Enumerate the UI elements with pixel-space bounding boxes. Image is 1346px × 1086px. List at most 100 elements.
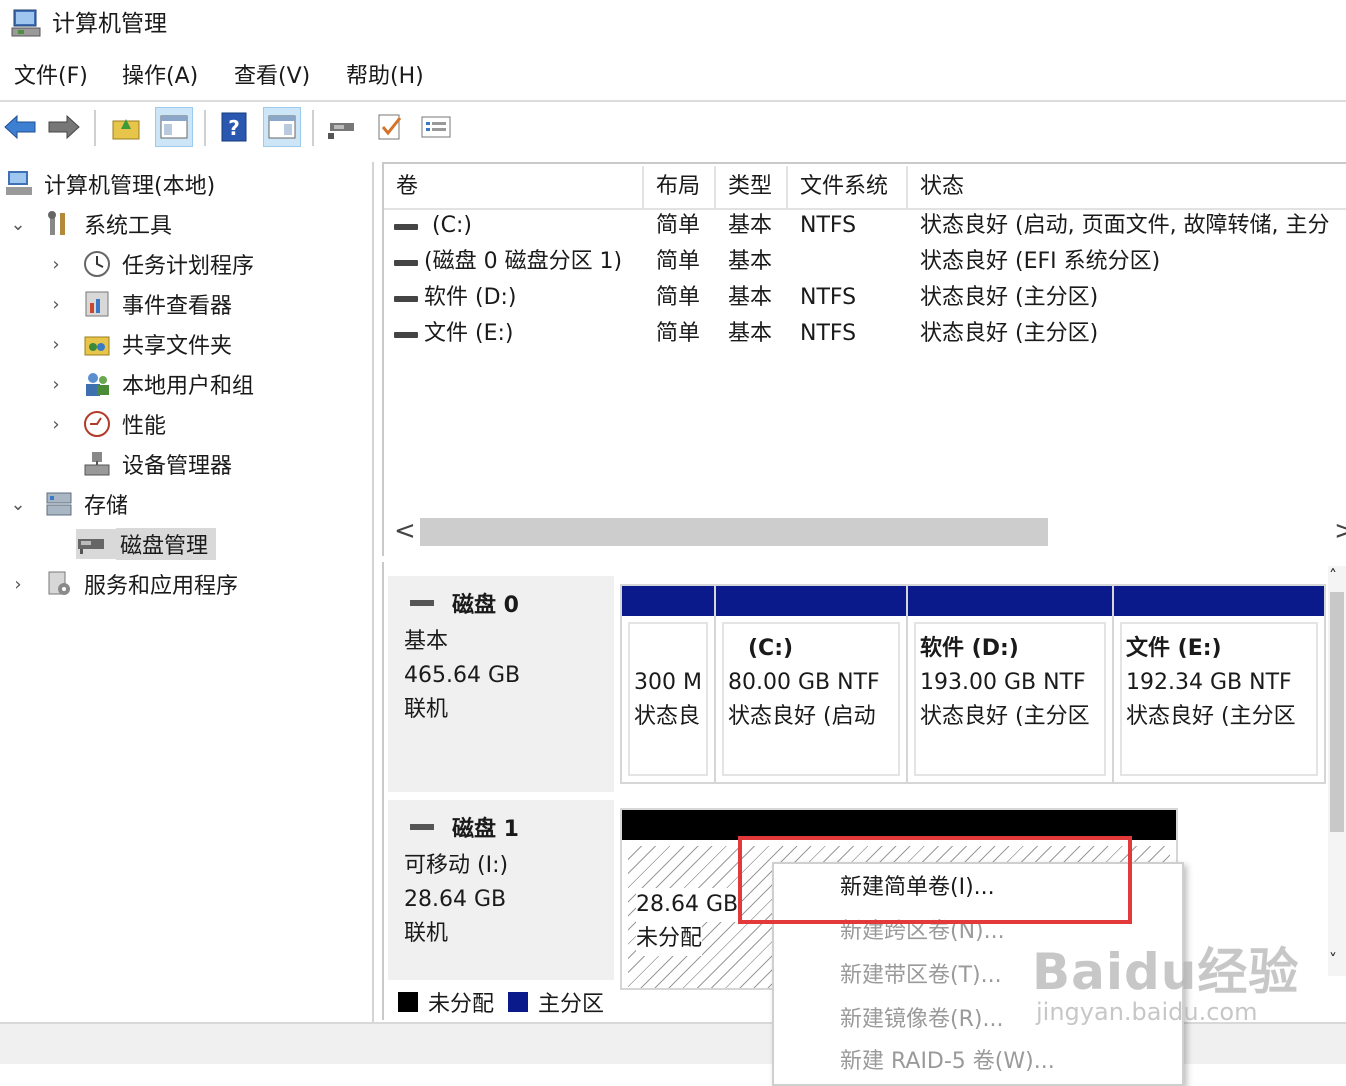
- tree-label: 事件查看器: [122, 294, 233, 319]
- partition-efi[interactable]: 300 M 状态良: [620, 584, 716, 784]
- partition-status: 状态良好 (主分区: [1126, 704, 1296, 729]
- column-header-volume[interactable]: 卷: [384, 166, 644, 208]
- disk-icon: [410, 600, 434, 606]
- volume-filesystem: NTFS: [800, 213, 857, 238]
- tree-item-root[interactable]: 计算机管理(本地): [4, 166, 215, 202]
- menu-action[interactable]: 操作(A): [120, 62, 200, 92]
- scrollbar-thumb[interactable]: [1330, 592, 1344, 832]
- back-button[interactable]: [2, 108, 38, 146]
- watermark-url: jingyan.baidu.com: [1036, 998, 1258, 1026]
- chevron-right-icon[interactable]: ›: [46, 254, 66, 275]
- chevron-right-icon[interactable]: ›: [46, 374, 66, 395]
- disk-0-info[interactable]: 磁盘 0 基本 465.64 GB 联机: [388, 576, 614, 792]
- menu-view[interactable]: 查看(V): [232, 62, 312, 92]
- tree-item-storage[interactable]: ⌄ 存储: [8, 486, 128, 522]
- chevron-right-icon[interactable]: ›: [46, 414, 66, 435]
- column-header-status[interactable]: 状态: [908, 166, 1346, 208]
- volume-layout: 简单: [656, 249, 701, 274]
- scroll-left-arrow-icon[interactable]: <: [394, 516, 416, 546]
- volume-list: 卷 布局 类型 文件系统 状态 (C:) 简单 基本 NTFS 状态良好 (启动…: [382, 162, 1346, 556]
- partition-name: 软件 (D:): [920, 636, 1019, 661]
- tools-icon: [48, 211, 65, 235]
- connect-button[interactable]: [324, 108, 360, 146]
- menu-item-new-mirrored-volume[interactable]: 新建镜像卷(R)...: [840, 1002, 1003, 1038]
- volume-name: 文件 (E:): [424, 321, 514, 346]
- horizontal-scrollbar[interactable]: < >: [384, 514, 1346, 550]
- vertical-scrollbar[interactable]: ˄ ˅: [1328, 566, 1346, 976]
- toolbar: ?: [0, 102, 1346, 154]
- chevron-down-icon[interactable]: ⌄: [8, 494, 28, 515]
- menu-bar: 文件(F) 操作(A) 查看(V) 帮助(H): [0, 54, 1346, 102]
- tree-item-task-scheduler[interactable]: › 任务计划程序: [46, 246, 254, 282]
- volume-layout: 简单: [656, 285, 701, 310]
- partition-c[interactable]: (C:) 80.00 GB NTF 状态良好 (启动: [714, 584, 908, 784]
- partition-status: 状态良: [634, 704, 701, 729]
- tree-item-local-users[interactable]: › 本地用户和组: [46, 366, 254, 402]
- up-folder-button[interactable]: [108, 108, 144, 146]
- tree-item-shared-folders[interactable]: › 共享文件夹: [46, 326, 232, 362]
- legend-unallocated-swatch: [398, 992, 418, 1012]
- column-header-layout[interactable]: 布局: [644, 166, 716, 208]
- tree-label: 本地用户和组: [122, 374, 255, 399]
- properties-button[interactable]: [418, 108, 454, 146]
- volume-row[interactable]: (C:) 简单 基本 NTFS 状态良好 (启动, 页面文件, 故障转储, 主分: [384, 208, 1346, 244]
- legend-unallocated-label: 未分配: [428, 992, 495, 1017]
- tree-label: 共享文件夹: [122, 334, 233, 359]
- menu-item-new-striped-volume[interactable]: 新建带区卷(T)...: [840, 958, 1002, 994]
- volume-filesystem: NTFS: [800, 321, 857, 346]
- window-title: 计算机管理: [52, 11, 167, 37]
- volume-type: 基本: [728, 213, 773, 238]
- forward-icon: [48, 114, 80, 140]
- tree-item-system-tools[interactable]: ⌄ 系统工具: [8, 206, 172, 242]
- tree-item-performance[interactable]: › 性能: [46, 406, 166, 442]
- properties-icon: [421, 116, 451, 138]
- menu-item-new-raid5-volume[interactable]: 新建 RAID-5 卷(W)...: [840, 1044, 1055, 1080]
- volume-row[interactable]: 文件 (E:) 简单 基本 NTFS 状态良好 (主分区): [384, 316, 1346, 352]
- menu-help[interactable]: 帮助(H): [344, 62, 426, 92]
- action-pane-button[interactable]: [263, 107, 301, 147]
- check-button[interactable]: [372, 108, 408, 146]
- chevron-down-icon[interactable]: ⌄: [8, 214, 28, 235]
- partition-status: 状态良好 (启动: [728, 704, 876, 729]
- clock-icon: [84, 251, 110, 277]
- svg-text:?: ?: [228, 116, 240, 140]
- tree-label: 任务计划程序: [122, 254, 255, 279]
- volume-icon: [394, 260, 418, 266]
- volume-status: 状态良好 (启动, 页面文件, 故障转储, 主分: [920, 213, 1330, 238]
- forward-button[interactable]: [46, 108, 82, 146]
- volume-name: (磁盘 0 磁盘分区 1): [424, 249, 623, 274]
- partition-name: (C:): [748, 636, 794, 661]
- tree-item-event-viewer[interactable]: › 事件查看器: [46, 286, 232, 322]
- chevron-right-icon[interactable]: ›: [8, 574, 28, 595]
- partition-d[interactable]: 软件 (D:) 193.00 GB NTF 状态良好 (主分区: [906, 584, 1114, 784]
- partition-e[interactable]: 文件 (E:) 192.34 GB NTF 状态良好 (主分区: [1112, 584, 1326, 784]
- scrollbar-thumb[interactable]: [420, 518, 1048, 546]
- tree-item-device-manager[interactable]: 设备管理器: [82, 446, 232, 482]
- menu-file[interactable]: 文件(F): [12, 62, 90, 92]
- computer-management-icon: [11, 9, 41, 37]
- tree-item-services-apps[interactable]: › 服务和应用程序: [8, 566, 238, 602]
- show-hide-tree-button[interactable]: [155, 107, 193, 147]
- disk-1-info[interactable]: 磁盘 1 可移动 (I:) 28.64 GB 联机: [388, 800, 614, 980]
- partition-size: 80.00 GB NTF: [728, 670, 880, 695]
- volume-status: 状态良好 (主分区): [920, 285, 1099, 310]
- chevron-right-icon[interactable]: ›: [46, 334, 66, 355]
- watermark-brand: Baidu经验: [1032, 943, 1300, 1001]
- up-folder-icon: [112, 119, 140, 140]
- volume-row[interactable]: 软件 (D:) 简单 基本 NTFS 状态良好 (主分区): [384, 280, 1346, 316]
- disk-kind: 基本: [404, 629, 449, 654]
- legend: 未分配 主分区: [384, 982, 604, 1022]
- volume-icon: [394, 296, 418, 302]
- volume-layout: 简单: [656, 321, 701, 346]
- disk-kind: 可移动 (I:): [404, 853, 509, 878]
- help-button[interactable]: ?: [216, 108, 252, 146]
- volume-row[interactable]: (磁盘 0 磁盘分区 1) 简单 基本 状态良好 (EFI 系统分区): [384, 244, 1346, 280]
- primary-partition-bar: [716, 586, 906, 616]
- scroll-right-arrow-icon[interactable]: >: [1334, 516, 1346, 546]
- volume-status: 状态良好 (EFI 系统分区): [920, 249, 1161, 274]
- tree-item-disk-management[interactable]: 磁盘管理: [76, 526, 217, 562]
- column-header-type[interactable]: 类型: [716, 166, 788, 208]
- column-header-filesystem[interactable]: 文件系统: [788, 166, 908, 208]
- scroll-up-arrow-icon[interactable]: ˄: [1329, 566, 1337, 585]
- chevron-right-icon[interactable]: ›: [46, 294, 66, 315]
